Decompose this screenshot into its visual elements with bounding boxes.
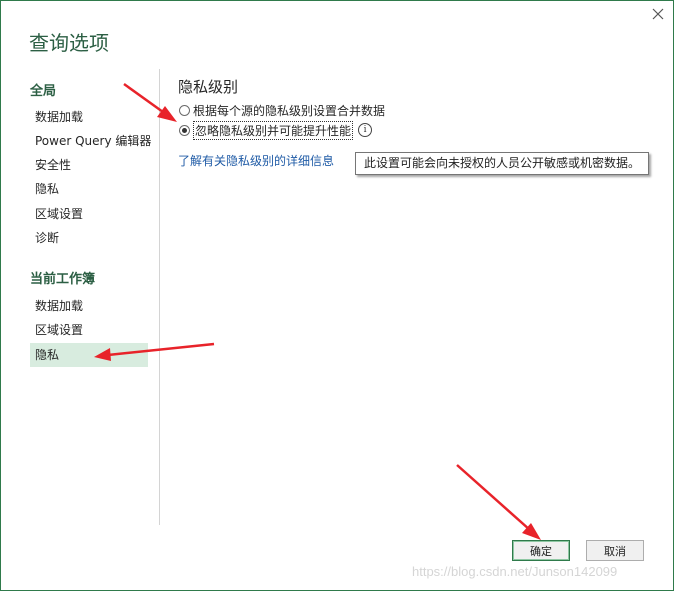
options-sidebar: 全局 数据加载 Power Query 编辑器 安全性 隐私 区域设置 诊断 当… xyxy=(1,69,160,525)
close-icon xyxy=(652,8,664,20)
sidebar-item-privacy[interactable]: 隐私 xyxy=(30,177,148,201)
dialog-title: 查询选项 xyxy=(29,31,109,55)
close-button[interactable] xyxy=(645,4,671,24)
ok-button[interactable]: 确定 xyxy=(512,540,570,561)
privacy-option-ignore-levels[interactable]: 忽略隐私级别并可能提升性能 i xyxy=(179,120,373,140)
sidebar-item-workbook-regional-settings[interactable]: 区域设置 xyxy=(30,318,148,342)
sidebar-item-data-load[interactable]: 数据加载 xyxy=(30,105,148,129)
sidebar-item-workbook-privacy[interactable]: 隐私 xyxy=(30,343,148,367)
privacy-levels-learn-more-link[interactable]: 了解有关隐私级别的详细信息 xyxy=(178,152,334,169)
query-options-dialog: 查询选项 全局 数据加载 Power Query 编辑器 安全性 隐私 区域设置… xyxy=(0,0,674,591)
sidebar-item-regional-settings[interactable]: 区域设置 xyxy=(30,202,148,226)
privacy-option-label: 忽略隐私级别并可能提升性能 xyxy=(193,120,354,140)
sidebar-item-power-query-editor[interactable]: Power Query 编辑器 xyxy=(30,129,151,153)
sidebar-header-current-workbook: 当前工作簿 xyxy=(30,272,96,287)
cancel-button[interactable]: 取消 xyxy=(586,540,644,561)
sidebar-header-global: 全局 xyxy=(30,84,57,99)
section-heading: 隐私级别 xyxy=(178,78,239,96)
watermark-text: https://blog.csdn.net/Junson142099 xyxy=(412,564,618,579)
info-icon[interactable]: i xyxy=(358,123,373,137)
warning-tooltip: 此设置可能会向未授权的人员公开敏感或机密数据。 xyxy=(355,152,650,175)
radio-button-unchecked[interactable] xyxy=(179,104,190,116)
sidebar-item-diagnostics[interactable]: 诊断 xyxy=(30,226,148,250)
privacy-option-combine-by-level[interactable]: 根据每个源的隐私级别设置合并数据 xyxy=(179,102,385,118)
sidebar-item-workbook-data-load[interactable]: 数据加载 xyxy=(30,294,148,318)
sidebar-item-security[interactable]: 安全性 xyxy=(30,153,148,177)
privacy-option-label: 根据每个源的隐私级别设置合并数据 xyxy=(193,103,386,118)
radio-button-checked[interactable] xyxy=(179,124,190,136)
